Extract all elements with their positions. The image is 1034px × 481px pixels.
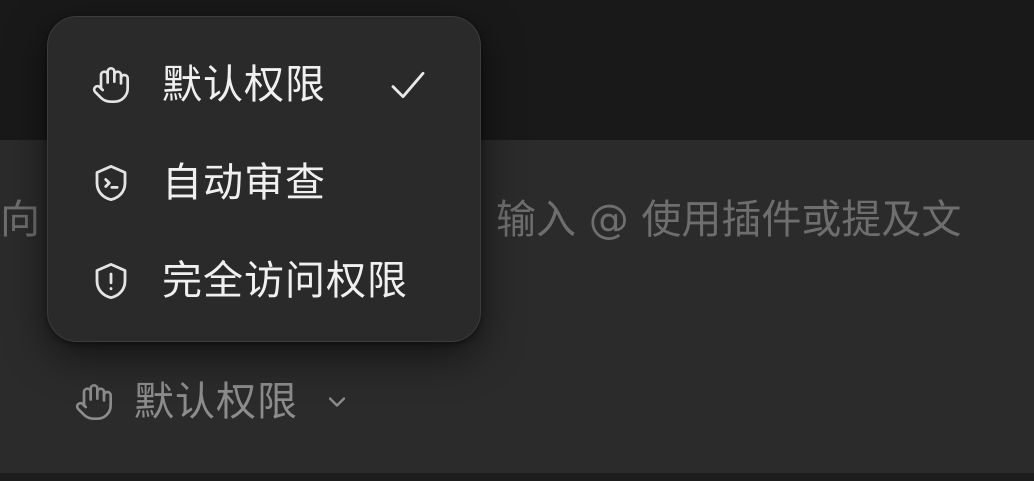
hand-icon [88,62,134,108]
menu-item-label: 默认权限 [162,62,326,108]
menu-item-default-permission[interactable]: 默认权限 [88,47,468,123]
permission-selector-button[interactable]: 默认权限 [72,372,354,432]
chevron-down-icon [320,385,354,419]
menu-item-label: 完全访问权限 [162,258,408,304]
permission-selector-label: 默认权限 [134,379,298,425]
shield-alert-icon [88,258,134,304]
menu-item-full-access[interactable]: 完全访问权限 [88,243,468,319]
composer-placeholder-start: 向 [0,197,40,243]
menu-item-auto-review[interactable]: 自动审查 [88,145,468,221]
permission-menu: 默认权限 自动审查 完全访问权限 [47,16,481,342]
check-icon [388,65,428,105]
shield-terminal-icon [88,160,134,206]
hand-icon [72,380,116,424]
composer-placeholder-end: 输入 @ 使用插件或提及文 [496,197,962,243]
bottom-edge [0,473,1034,481]
menu-item-label: 自动审查 [162,160,326,206]
